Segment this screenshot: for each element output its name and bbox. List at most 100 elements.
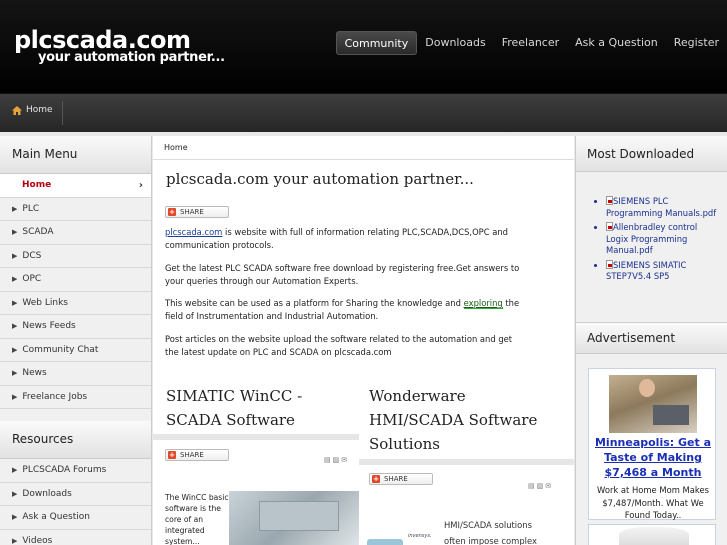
intro-paragraph: plcscada.com is website with full of inf…: [165, 226, 525, 251]
sharing-text-a: This website can be used as a platform f…: [165, 298, 464, 308]
pdf-icon: [606, 196, 613, 205]
top-nav: Community Downloads Freelancer Ask a Que…: [335, 31, 727, 55]
resource-item-downloads[interactable]: ▶ Downloads: [0, 483, 151, 506]
ad-description: Work at Home Mom Makes $7,487/Month. Wha…: [597, 485, 709, 520]
nav-ask-question[interactable]: Ask a Question: [567, 31, 666, 55]
arrow-right-icon: ▶: [12, 392, 18, 401]
menu-item-label: SCADA: [22, 227, 54, 237]
arrow-right-icon: ▶: [12, 322, 18, 330]
wonderware-title-line: Wonderware: [369, 387, 466, 405]
download-item[interactable]: SIEMENS PLC Programming Manuals.pdf: [606, 196, 722, 219]
ad-box-second[interactable]: [588, 524, 716, 545]
menu-item-web-links[interactable]: ▶ Web Links: [0, 292, 151, 315]
ad-box[interactable]: Minneapolis: Get a Taste of Making $7,46…: [588, 368, 716, 520]
plus-icon: +: [372, 475, 380, 483]
menu-item-label: Web Links: [22, 297, 68, 308]
invensys-logo-mark: [367, 539, 403, 545]
share-label: SHARE: [384, 475, 408, 483]
invensys-logo: invensys.: [408, 533, 432, 539]
wonderware-print-email-icons[interactable]: ▤▨✉: [528, 482, 553, 490]
sharing-paragraph: This website can be used as a platform f…: [165, 297, 525, 322]
arrow-right-icon: ▶: [12, 369, 18, 377]
wincc-screenshot-image: [229, 491, 359, 545]
wincc-article-title[interactable]: SIMATIC WinCC - SCADA Software: [166, 384, 356, 432]
main-content: Home plcscada.com your automation partne…: [153, 136, 574, 545]
breadcrumb-home-label: Home: [26, 105, 53, 115]
menu-item-freelance-jobs[interactable]: ▶ Freelance Jobs: [0, 386, 151, 409]
wincc-title-line: SCADA Software: [166, 411, 295, 429]
menu-item-plc[interactable]: ▶ PLC: [0, 198, 151, 221]
site-tagline: your automation partner...: [38, 50, 225, 65]
most-downloaded-title: Most Downloaded: [576, 136, 727, 172]
register-paragraph: Get the latest PLC SCADA software free d…: [165, 263, 520, 286]
arrow-right-icon: ▶: [12, 466, 18, 474]
ad-image-second: [619, 527, 689, 545]
menu-item-scada[interactable]: ▶ SCADA: [0, 221, 151, 245]
nav-downloads[interactable]: Downloads: [417, 31, 493, 55]
download-link[interactable]: SIEMENS PLC Programming Manuals.pdf: [606, 196, 716, 218]
site-header: plcscada.com your automation partner... …: [0, 0, 727, 93]
page-breadcrumb[interactable]: Home: [153, 136, 574, 160]
menu-item-home[interactable]: Home ›: [0, 174, 151, 198]
resources-title: Resources: [0, 421, 151, 459]
breadcrumb-home[interactable]: Home: [12, 105, 53, 115]
ad-image[interactable]: [609, 375, 697, 433]
site-link[interactable]: plcscada.com: [165, 227, 222, 237]
share-label: SHARE: [180, 451, 204, 459]
resource-item-label: Ask a Question: [22, 512, 90, 522]
menu-item-news[interactable]: ▶ News: [0, 362, 151, 386]
exploring-link[interactable]: exploring: [463, 298, 503, 309]
left-sidebar: Main Menu Home › ▶ PLC ▶ SCADA ▶ DCS ▶ OPC ▶…: [0, 136, 152, 545]
arrow-right-icon: ▶: [12, 251, 18, 260]
download-item[interactable]: SIEMENS SIMATIC STEP7V5.4 SP5: [606, 259, 722, 283]
resource-item-label: PLCSCADA Forums: [22, 465, 107, 475]
download-item[interactable]: Allenbradley control Logix Programming M…: [606, 222, 722, 257]
chevron-right-icon: ›: [138, 180, 143, 191]
download-link[interactable]: SIEMENS SIMATIC STEP7V5.4 SP5: [606, 260, 686, 282]
arrow-right-icon: ▶: [12, 489, 18, 498]
resource-item-label: Videos: [22, 535, 53, 545]
wincc-print-email-icons[interactable]: ▤▨✉: [324, 456, 349, 464]
resource-item-forums[interactable]: ▶ PLCSCADA Forums: [0, 459, 151, 483]
menu-item-label: OPC: [22, 274, 42, 284]
nav-freelancer[interactable]: Freelancer: [494, 31, 567, 55]
plus-icon: +: [168, 208, 176, 216]
pdf-icon: [606, 259, 613, 269]
wincc-intro-text: The WinCC basic software is the core of …: [165, 493, 229, 545]
plus-icon: +: [168, 451, 176, 459]
resource-item-ask-question[interactable]: ▶ Ask a Question: [0, 506, 151, 530]
wincc-share-button[interactable]: + SHARE: [165, 449, 229, 461]
wonderware-article-title[interactable]: Wonderware HMI/SCADA Software Solutions: [369, 384, 574, 456]
ad-image-laptop: [653, 405, 689, 425]
wonderware-share-button[interactable]: + SHARE: [369, 473, 433, 485]
wonderware-title-line: HMI/SCADA Software: [369, 411, 538, 429]
menu-item-label: Freelance Jobs: [22, 391, 88, 402]
download-link[interactable]: Allenbradley control Logix Programming M…: [606, 222, 697, 255]
home-icon: [12, 105, 22, 115]
menu-item-label: Community Chat: [22, 344, 99, 355]
breadcrumb-bar: Home: [0, 93, 727, 132]
resource-item-videos[interactable]: ▶ Videos: [0, 530, 151, 545]
nav-register[interactable]: Register: [666, 31, 727, 55]
menu-item-label: News Feeds: [22, 321, 76, 331]
page-title: plcscada.com your automation partner...: [166, 170, 474, 188]
menu-item-label: PLC: [22, 203, 40, 214]
download-list: SIEMENS PLC Programming Manuals.pdf Alle…: [606, 196, 722, 286]
share-label: SHARE: [180, 208, 204, 216]
arrow-right-icon: ▶: [12, 298, 18, 307]
wincc-title-line: SIMATIC WinCC -: [166, 387, 303, 405]
menu-item-label: DCS: [22, 250, 42, 261]
share-button[interactable]: + SHARE: [165, 206, 229, 218]
menu-item-news-feeds[interactable]: ▶ News Feeds: [0, 315, 151, 339]
nav-community[interactable]: Community: [335, 31, 418, 55]
ad-headline[interactable]: Minneapolis: Get a Taste of Making $7,46…: [593, 435, 713, 480]
wonderware-title-line: Solutions: [369, 435, 440, 453]
resource-item-label: Downloads: [22, 488, 72, 499]
menu-item-dcs[interactable]: ▶ DCS: [0, 245, 151, 268]
menu-item-opc[interactable]: ▶ OPC: [0, 268, 151, 292]
post-articles-paragraph: Post articles on the website upload the …: [165, 334, 513, 357]
right-sidebar: Most Downloaded SIEMENS PLC Programming …: [575, 136, 727, 545]
article-divider: [359, 459, 574, 465]
article-divider: [153, 434, 359, 440]
menu-item-community-chat[interactable]: ▶ Community Chat: [0, 339, 151, 362]
